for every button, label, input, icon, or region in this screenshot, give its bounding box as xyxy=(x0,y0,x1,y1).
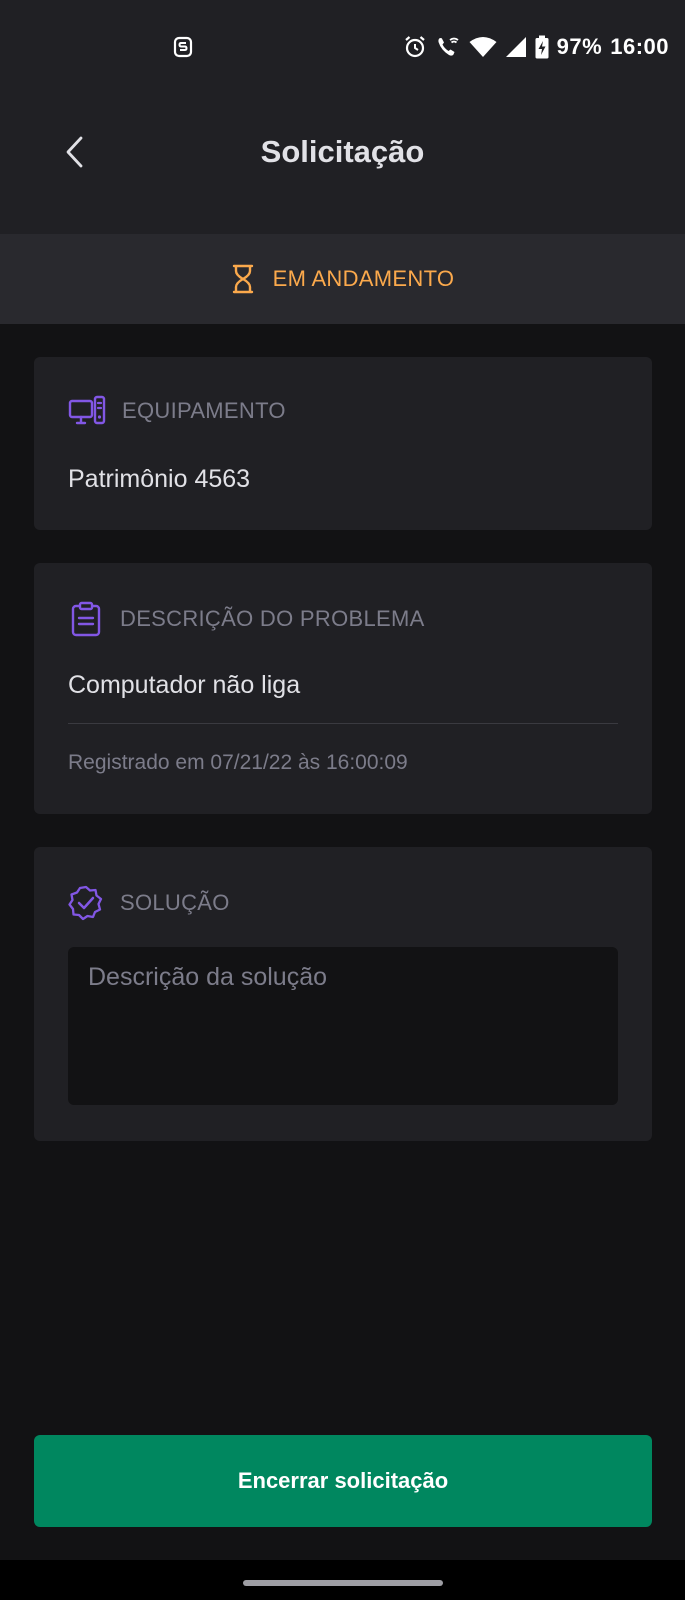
solution-label: SOLUÇÃO xyxy=(120,890,230,915)
clipboard-icon xyxy=(71,601,101,637)
wifi-calling-icon xyxy=(438,37,459,56)
solution-card: SOLUÇÃO xyxy=(34,847,652,1141)
clock-time: 16:00 xyxy=(610,34,669,59)
hourglass-icon xyxy=(232,264,253,294)
status-label: EM ANDAMENTO xyxy=(272,266,455,291)
problem-card-header: DESCRIÇÃO DO PROBLEMA xyxy=(68,601,425,637)
system-navigation-bar xyxy=(0,1560,685,1600)
equipment-card-header: EQUIPAMENTO xyxy=(68,395,286,427)
problem-value: Computador não liga xyxy=(68,671,301,699)
divider xyxy=(68,723,618,724)
home-indicator[interactable] xyxy=(243,1580,443,1586)
battery-percentage: 97% xyxy=(556,34,603,59)
app-header: Solicitação xyxy=(0,94,685,234)
registered-timestamp: Registrado em 07/21/22 às 16:00:09 xyxy=(68,751,408,774)
solution-card-header: SOLUÇÃO xyxy=(68,885,230,921)
close-request-button[interactable]: Encerrar solicitação xyxy=(34,1435,652,1527)
solution-input[interactable] xyxy=(68,947,618,1105)
equipment-card: EQUIPAMENTO Patrimônio 4563 xyxy=(34,357,652,530)
status-indicator: EM ANDAMENTO xyxy=(0,234,685,324)
battery-charging-icon xyxy=(535,35,549,59)
check-badge-icon xyxy=(68,885,103,921)
status-bar: 97% 16:00 xyxy=(0,0,685,94)
signal-icon xyxy=(505,37,526,57)
problem-label: DESCRIÇÃO DO PROBLEMA xyxy=(120,606,425,631)
app-notification-icon xyxy=(173,36,193,58)
desktop-computer-icon xyxy=(68,395,106,425)
equipment-value: Patrimônio 4563 xyxy=(68,465,251,493)
alarm-icon xyxy=(404,36,425,58)
page-title: Solicitação xyxy=(260,134,425,169)
problem-card: DESCRIÇÃO DO PROBLEMA Computador não lig… xyxy=(34,563,652,814)
status-icons: 97% 16:00 xyxy=(403,32,669,62)
equipment-label: EQUIPAMENTO xyxy=(122,398,286,423)
wifi-icon xyxy=(469,37,497,57)
